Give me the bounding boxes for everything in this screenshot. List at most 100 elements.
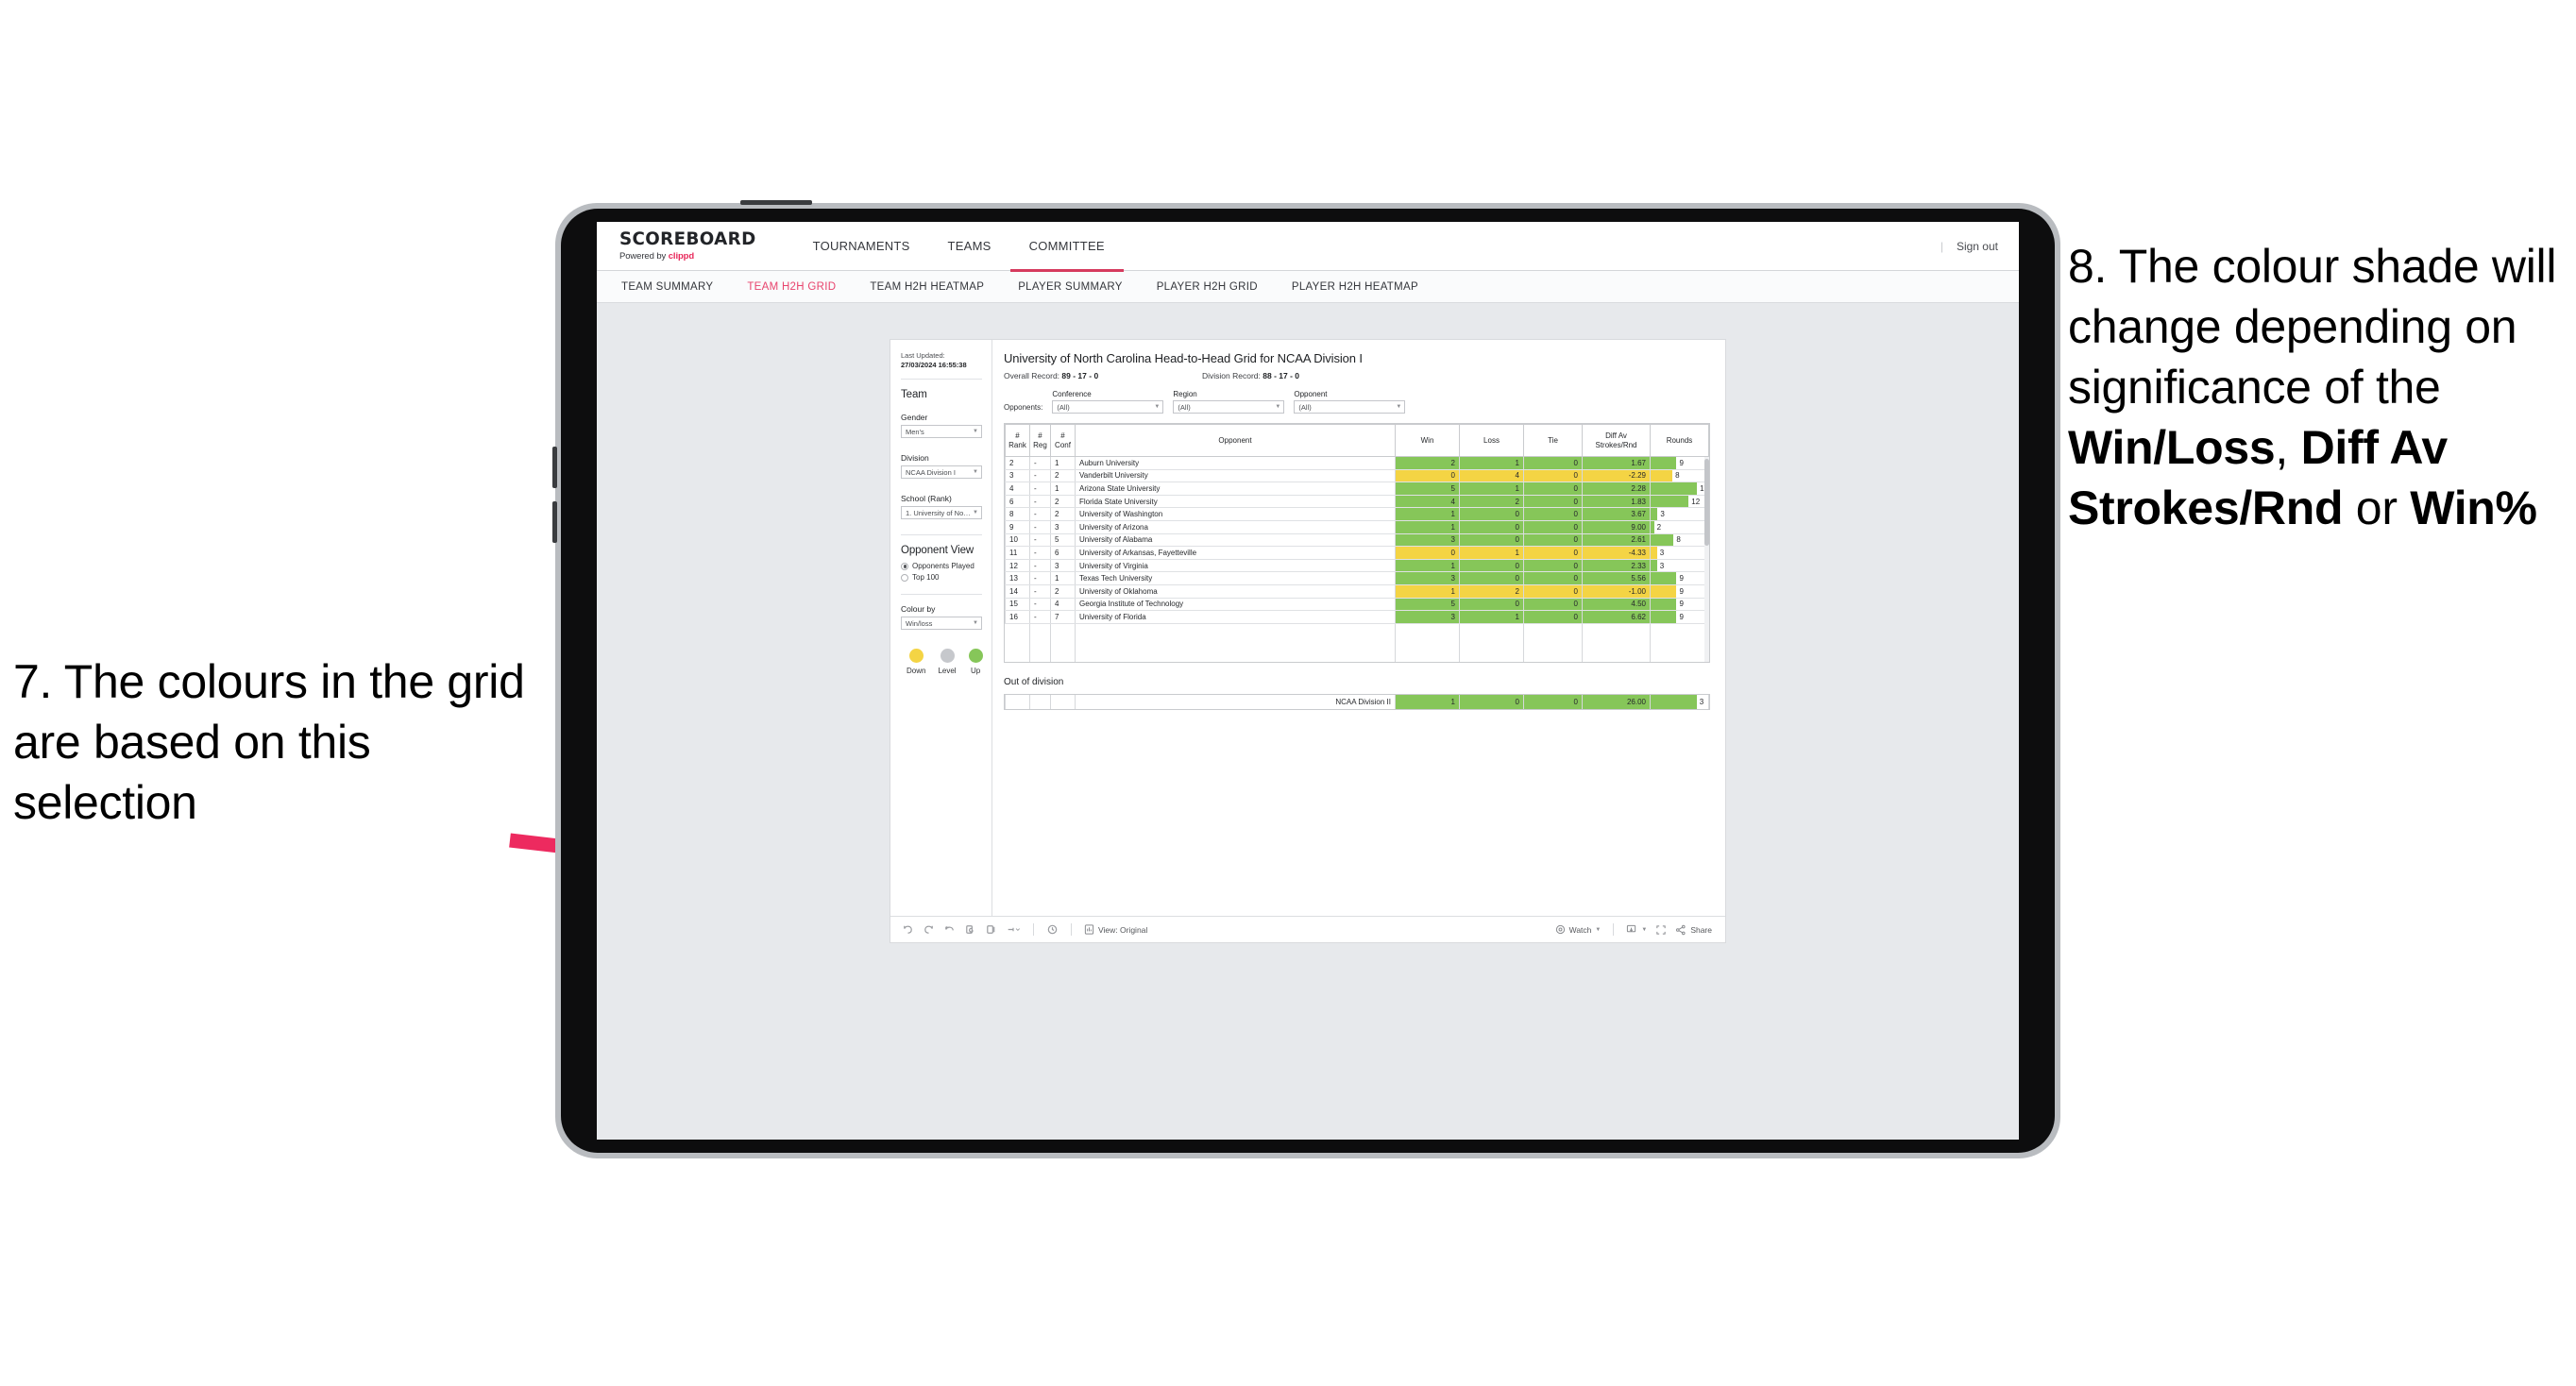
- region-select[interactable]: (All) ▼: [1173, 400, 1285, 414]
- download-button[interactable]: ▼: [1626, 924, 1647, 935]
- sign-out-link[interactable]: Sign out: [1957, 240, 1998, 253]
- region-value: (All): [1178, 402, 1191, 412]
- tab-player-summary[interactable]: PLAYER SUMMARY: [1018, 281, 1123, 293]
- school-select[interactable]: 1. University of Nort... ▼: [901, 506, 982, 520]
- cell-win: 5: [1395, 482, 1460, 496]
- clock-icon[interactable]: [1046, 923, 1059, 936]
- cell-reg: -: [1029, 533, 1051, 548]
- tab-team-h2h-grid[interactable]: TEAM H2H GRID: [747, 281, 836, 293]
- cell-diff: 4.50: [1582, 598, 1651, 612]
- rounds-bar: 9: [1651, 611, 1708, 623]
- ood-cell-loss: 0: [1459, 695, 1524, 709]
- table-row[interactable]: 8-2 University of Washington 1 0 0 3.67 3: [1005, 507, 1709, 521]
- rounds-value: 9: [1679, 458, 1684, 467]
- watch-button[interactable]: Watch ▼: [1555, 924, 1601, 935]
- nav-item-tournaments[interactable]: TOURNAMENTS: [794, 222, 929, 271]
- ood-cell-rank: [1005, 695, 1030, 709]
- table-row[interactable]: 3-2 Vanderbilt University 0 4 0 -2.29 8: [1005, 469, 1709, 483]
- table-row[interactable]: 4-1Arizona State University5102.2817: [1005, 482, 1709, 496]
- cell-reg: -: [1029, 469, 1051, 483]
- colour-by-select[interactable]: Win/loss ▼: [901, 617, 982, 631]
- revert-icon[interactable]: [943, 923, 956, 936]
- table-row[interactable]: 12-3 University of Virginia 1 0 0 2.33 3: [1005, 559, 1709, 573]
- table-row[interactable]: 6-2 Florida State University 4 2 0 1.83 12: [1005, 495, 1709, 509]
- table-scrollbar-track[interactable]: [1704, 457, 1709, 662]
- division-select[interactable]: NCAA Division I ▼: [901, 465, 982, 480]
- col-header-rounds[interactable]: Rounds: [1650, 424, 1709, 457]
- tab-team-h2h-heatmap[interactable]: TEAM H2H HEATMAP: [870, 281, 984, 293]
- division-filter-group: Division NCAA Division I ▼: [901, 453, 982, 480]
- table-row[interactable]: 9-3 University of Arizona 1 0 0 9.00 2: [1005, 520, 1709, 534]
- col-header-win[interactable]: Win: [1395, 424, 1460, 457]
- col-header-reg[interactable]: # Reg: [1029, 424, 1051, 457]
- col-header-rank[interactable]: # Rank: [1005, 424, 1030, 457]
- redo-icon[interactable]: [923, 923, 935, 936]
- view-original-button[interactable]: View: Original: [1084, 924, 1147, 935]
- nav-item-committee[interactable]: COMMITTEE: [1009, 222, 1125, 272]
- table-row[interactable]: 16-7 University of Florida 3 1 0 6.62 9: [1005, 610, 1709, 624]
- cell-reg: -: [1029, 456, 1051, 470]
- table-row[interactable]: 15-4 Georgia Institute of Technology 5 0 0 4.…: [1005, 598, 1709, 612]
- annotation-8-part1: 8. The colour shade will change dependin…: [2068, 240, 2557, 414]
- cell-reg: -: [1029, 507, 1051, 521]
- tab-team-summary[interactable]: TEAM SUMMARY: [621, 281, 713, 293]
- division-record: Division Record: 88 - 17 - 0: [1202, 371, 1299, 380]
- conference-select[interactable]: (All) ▼: [1052, 400, 1164, 414]
- cell-loss: 4: [1459, 469, 1524, 483]
- cell-loss: 0: [1459, 520, 1524, 534]
- primary-nav: TOURNAMENTS TEAMS COMMITTEE: [794, 222, 1125, 272]
- table-row[interactable]: 10-5 University of Alabama 3 0 0 2.61 8: [1005, 533, 1709, 548]
- opponents-label: Opponents:: [1004, 403, 1043, 412]
- empty-cell: [1523, 623, 1583, 636]
- col-header-conf[interactable]: # Conf: [1050, 424, 1076, 457]
- brand-logo[interactable]: SCOREBOARD Powered by clippd: [619, 230, 762, 262]
- ood-cell-reg: [1029, 695, 1051, 709]
- cell-win: 3: [1395, 533, 1460, 548]
- cell-diff: 9.00: [1582, 520, 1651, 534]
- out-of-division-table: NCAA Division II 1 0 0 26.00 3: [1005, 695, 1709, 709]
- pause-icon[interactable]: [985, 923, 997, 936]
- refresh-icon[interactable]: [964, 923, 976, 936]
- table-row[interactable]: 14-2 University of Oklahoma 1 2 0 -1.00 9: [1005, 584, 1709, 599]
- legend-label-level: Level: [938, 667, 957, 676]
- radio-opponents-played[interactable]: Opponents Played: [901, 562, 982, 570]
- table-row[interactable]: 2-1 Auburn University 2 1 0 1.67 9: [1005, 456, 1709, 470]
- table-row[interactable]: 13-1 Texas Tech University 3 0 0 5.56 9: [1005, 571, 1709, 585]
- table-row[interactable]: 11-6 University of Arkansas, Fayetteville…: [1005, 546, 1709, 560]
- col-header-diff-av-strokes[interactable]: Diff Av Strokes/Rnd: [1582, 424, 1651, 457]
- opponent-select[interactable]: (All) ▼: [1294, 400, 1406, 414]
- cell-diff: -2.29: [1582, 469, 1651, 483]
- rounds-bar: 3: [1651, 547, 1708, 559]
- radio-top-100[interactable]: Top 100: [901, 573, 982, 582]
- gender-select[interactable]: Men's ▼: [901, 425, 982, 439]
- rounds-value: 8: [1675, 471, 1680, 481]
- table-scrollbar-thumb[interactable]: [1704, 459, 1709, 546]
- col-header-opponent[interactable]: Opponent: [1075, 424, 1396, 457]
- col-header-loss[interactable]: Loss: [1459, 424, 1524, 457]
- share-icon: [1676, 924, 1686, 935]
- chevron-down-icon: ▼: [1396, 404, 1402, 410]
- tab-player-h2h-grid[interactable]: PLAYER H2H GRID: [1157, 281, 1258, 293]
- cell-opponent: Arizona State University: [1075, 482, 1396, 496]
- nav-item-teams[interactable]: TEAMS: [929, 222, 1010, 271]
- arrow-dropdown-icon[interactable]: [1006, 923, 1021, 936]
- chevron-down-icon: ▼: [1154, 404, 1161, 410]
- table-row[interactable]: NCAA Division II 1 0 0 26.00 3: [1005, 695, 1709, 709]
- col-header-tie[interactable]: Tie: [1523, 424, 1583, 457]
- cell-tie: 0: [1523, 559, 1583, 573]
- ood-cell-diff: 26.00: [1582, 695, 1651, 709]
- cell-diff: 6.62: [1582, 610, 1651, 624]
- fullscreen-icon[interactable]: [1655, 924, 1667, 936]
- share-button[interactable]: Share: [1675, 924, 1712, 936]
- empty-cell: [1650, 649, 1709, 662]
- tab-player-h2h-heatmap[interactable]: PLAYER H2H HEATMAP: [1292, 281, 1418, 293]
- cell-rounds: 12: [1650, 495, 1709, 509]
- undo-icon[interactable]: [902, 923, 914, 936]
- table-body: 2-1 Auburn University 2 1 0 1.67 9 3-2 Vanderbil…: [1005, 456, 1709, 662]
- cell-conf: 6: [1050, 546, 1076, 560]
- cell-rank: 13: [1005, 571, 1030, 585]
- rounds-bar: 9: [1651, 598, 1708, 610]
- chevron-down-icon: ▼: [973, 469, 978, 476]
- empty-cell: [1029, 635, 1051, 650]
- colour-by-value: Win/loss: [906, 618, 933, 628]
